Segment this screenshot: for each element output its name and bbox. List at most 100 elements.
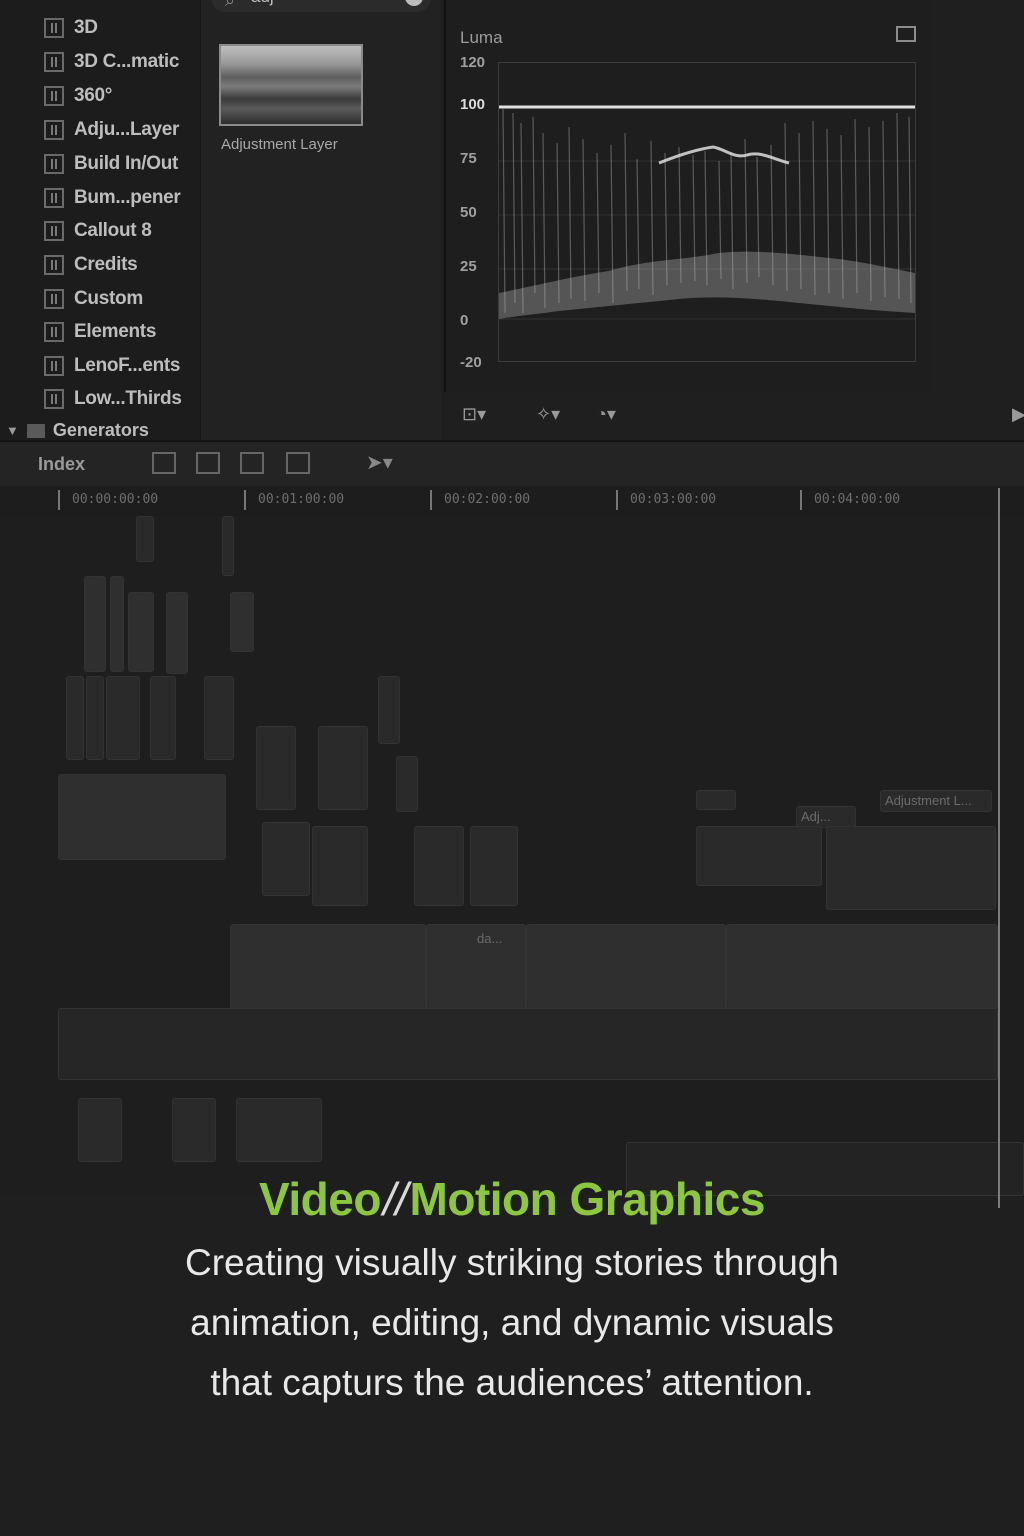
- waveform-graphic: [499, 105, 915, 320]
- title-icon: [44, 322, 64, 342]
- generator-icon: [26, 423, 45, 438]
- timecode-1: 00:01:00:00: [258, 492, 345, 507]
- viewer-toolbar: ⊡▾ ✧▾ ◔▾ ▶: [444, 392, 1024, 438]
- waveform-plot: [498, 62, 916, 362]
- luma-waveform-scope: Luma 120 100 75 50 25 0 -20: [444, 0, 932, 392]
- primary-storyline-clip[interactable]: [230, 924, 426, 1010]
- timeline-clip[interactable]: [66, 676, 84, 760]
- timeline-clip[interactable]: [378, 676, 400, 744]
- timeline-clip[interactable]: [826, 826, 996, 910]
- ruler-tick: [58, 490, 60, 510]
- timeline-clip[interactable]: [84, 576, 106, 672]
- timecode-4: 00:04:00:00: [814, 492, 901, 507]
- title-icon: [44, 356, 64, 376]
- timeline-clip[interactable]: [136, 516, 154, 562]
- primary-storyline-clip[interactable]: [726, 924, 998, 1010]
- index-button[interactable]: Index: [38, 454, 85, 475]
- primary-storyline-clip[interactable]: [526, 924, 726, 1010]
- title-icon: [44, 255, 64, 275]
- caption-line-2: animation, editing, and dynamic visuals: [190, 1302, 834, 1343]
- scope-tick-120: 120: [460, 54, 486, 71]
- timeline-clip[interactable]: [414, 826, 464, 906]
- timeline-clip[interactable]: [312, 826, 368, 906]
- audio-clip[interactable]: [78, 1098, 122, 1162]
- sidebar-item-credits[interactable]: Credits: [44, 252, 138, 278]
- audio-clip[interactable]: [236, 1098, 322, 1162]
- timeline-clip[interactable]: [696, 790, 736, 810]
- title-icon: [44, 289, 64, 309]
- timeline-clip[interactable]: [150, 676, 176, 760]
- sidebar-item-build-in-out[interactable]: Build In/Out: [44, 151, 178, 177]
- timeline-clip[interactable]: [86, 676, 104, 760]
- library-sidebar: 3D 3D C...matic 360° Adju...Layer Build …: [0, 0, 200, 440]
- timeline-clip[interactable]: [222, 516, 234, 576]
- title-icon: [44, 18, 64, 38]
- append-clip-icon[interactable]: [240, 452, 264, 474]
- timeline-clip[interactable]: [58, 774, 226, 860]
- timeline-clip[interactable]: [110, 576, 124, 672]
- timeline-area[interactable]: Adj... Adjustment L... da...: [0, 516, 1024, 1196]
- timeline-clip[interactable]: [230, 592, 254, 652]
- audio-clip[interactable]: [172, 1098, 216, 1162]
- playhead[interactable]: [998, 488, 1000, 1208]
- overwrite-clip-icon[interactable]: [286, 452, 310, 474]
- primary-storyline-clip[interactable]: da...: [426, 924, 526, 1010]
- sidebar-item-lenofx-elements[interactable]: LenoF...ents: [44, 353, 181, 379]
- caption-line-3: that capturs the audiences’ attention.: [210, 1362, 814, 1403]
- sidebar-item-lower-thirds[interactable]: Low...Thirds: [44, 386, 182, 412]
- sidebar-item-callout[interactable]: Callout 8: [44, 218, 152, 244]
- effects-browser: ⌕ adj × Adjustment Layer: [200, 0, 441, 440]
- sidebar-item-bumper-opener[interactable]: Bum...pener: [44, 185, 181, 211]
- title-icon: [44, 86, 64, 106]
- scope-title: Luma: [460, 28, 503, 47]
- scope-tick-25: 25: [460, 258, 477, 275]
- timecode-3: 00:03:00:00: [630, 492, 717, 507]
- caption-title-right: Motion Graphics: [409, 1173, 766, 1225]
- play-icon[interactable]: ▶: [1012, 404, 1024, 425]
- caption-title-separator: //: [382, 1173, 408, 1225]
- timeline-clip[interactable]: [396, 756, 418, 812]
- clear-search-icon[interactable]: ×: [405, 0, 423, 6]
- ruler-tick: [800, 490, 802, 510]
- timeline-clip[interactable]: [470, 826, 518, 906]
- sidebar-group-generators[interactable]: ▼ Generators: [6, 420, 149, 441]
- search-icon: ⌕: [225, 0, 236, 10]
- sidebar-item-360[interactable]: 360°: [44, 83, 112, 109]
- sidebar-item-3d[interactable]: 3D: [44, 15, 98, 41]
- thumbnail-label: Adjustment Layer: [221, 136, 338, 153]
- timecode-0: 00:00:00:00: [72, 492, 159, 507]
- title-icon: [44, 154, 64, 174]
- timeline-clip[interactable]: [166, 592, 188, 674]
- transform-menu-icon[interactable]: ✧▾: [536, 404, 560, 425]
- title-icon: [44, 221, 64, 241]
- connect-clip-icon[interactable]: [152, 452, 176, 474]
- insert-clip-icon[interactable]: [196, 452, 220, 474]
- timeline-clip[interactable]: [204, 676, 234, 760]
- timeline-clip-adj[interactable]: Adj...: [796, 806, 856, 828]
- disclosure-triangle-icon[interactable]: ▼: [6, 423, 19, 438]
- scope-tick-75: 75: [460, 150, 477, 167]
- speed-menu-icon[interactable]: ◔▾: [596, 404, 616, 425]
- timeline-clip[interactable]: [106, 676, 140, 760]
- ruler-tick: [616, 490, 618, 510]
- timeline-clip[interactable]: [262, 822, 310, 896]
- select-tool-icon[interactable]: ➤▾: [366, 450, 393, 475]
- timeline-clip[interactable]: [318, 726, 368, 810]
- scope-settings-icon[interactable]: [896, 26, 916, 42]
- timeline-ruler[interactable]: 00:00:00:00 00:01:00:00 00:02:00:00 00:0…: [0, 486, 1024, 517]
- timeline-clip-adjustment-layer[interactable]: Adjustment L...: [880, 790, 992, 812]
- adjustment-layer-thumbnail[interactable]: [219, 44, 363, 126]
- sidebar-item-adjustment-layer[interactable]: Adju...Layer: [44, 117, 179, 143]
- sidebar-item-3d-cinematic[interactable]: 3D C...matic: [44, 49, 179, 75]
- audio-lane[interactable]: [58, 1008, 998, 1080]
- clip-label: Adjustment L...: [885, 793, 972, 808]
- timeline-clip[interactable]: [256, 726, 296, 810]
- search-input[interactable]: adj: [251, 0, 274, 7]
- timeline-clip[interactable]: [128, 592, 154, 672]
- crop-menu-icon[interactable]: ⊡▾: [462, 404, 486, 425]
- search-field[interactable]: ⌕ adj ×: [211, 0, 431, 12]
- sidebar-item-custom[interactable]: Custom: [44, 286, 143, 312]
- caption-title: Video//Motion Graphics: [0, 1172, 1024, 1226]
- sidebar-item-elements[interactable]: Elements: [44, 319, 156, 345]
- timeline-clip[interactable]: [696, 826, 822, 886]
